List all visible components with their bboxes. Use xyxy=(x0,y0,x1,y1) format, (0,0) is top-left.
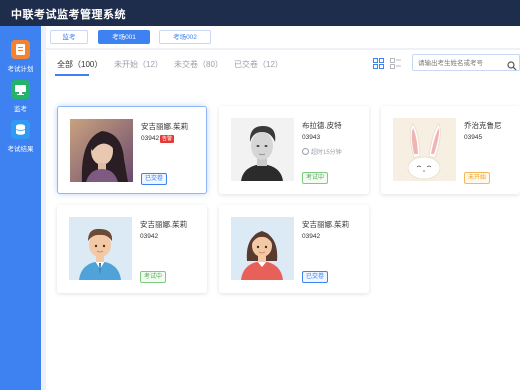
status-badge: 考试中 xyxy=(140,271,167,283)
list-view-icon[interactable] xyxy=(390,56,401,69)
tab-bar: 监考 考场001 考场002 xyxy=(46,26,520,48)
student-card[interactable]: 布拉德.皮特 03943 超时15分钟 考试中 xyxy=(219,106,369,194)
filter-all[interactable]: 全部（100） xyxy=(57,59,102,70)
man-photo xyxy=(231,118,294,181)
student-card[interactable]: 安吉丽娜.茱莉 03942 考试中 xyxy=(57,205,207,293)
student-card[interactable]: 乔治克鲁尼 03945 未开始 xyxy=(381,106,520,194)
search-box xyxy=(412,54,520,71)
student-name: 安吉丽娜.茱莉 xyxy=(140,220,188,229)
status-badge: 已交卷 xyxy=(141,173,168,185)
tab-room-001[interactable]: 考场001 xyxy=(98,30,150,44)
sidebar-item-exam-results[interactable]: 考试结果 xyxy=(0,116,41,156)
status-badge: 已交卷 xyxy=(302,271,329,283)
filter-submitted[interactable]: 已交卷（12） xyxy=(234,59,283,70)
monitor-icon xyxy=(11,80,30,99)
tab-monitor[interactable]: 监考 xyxy=(50,30,88,44)
filter-not-started[interactable]: 未开始（12） xyxy=(114,59,163,70)
status-badge: 考试中 xyxy=(302,172,329,184)
rabbit-illustration xyxy=(393,118,456,181)
sidebar-item-label: 监考 xyxy=(14,106,27,113)
exam-plan-icon xyxy=(11,40,30,59)
sidebar: 考试计划 监考 考试结果 xyxy=(0,26,41,390)
status-badge: 未开始 xyxy=(464,172,491,184)
student-number: 03943 xyxy=(302,134,321,141)
search-icon[interactable] xyxy=(507,58,517,71)
search-input[interactable] xyxy=(418,57,508,69)
sidebar-item-monitor[interactable]: 监考 xyxy=(0,76,41,116)
woman-photo xyxy=(70,119,133,182)
student-name: 布拉德.皮特 xyxy=(302,121,342,130)
filter-not-submitted[interactable]: 未交卷（80） xyxy=(174,59,223,70)
top-bar: 中联考试监考管理系统 xyxy=(0,0,520,26)
student-card[interactable]: 安吉丽娜.茱莉 03942 告警 已交卷 xyxy=(57,106,207,194)
timeout-indicator: 超时15分钟 xyxy=(302,147,342,156)
timeout-text: 超时15分钟 xyxy=(311,150,342,156)
student-name: 乔治克鲁尼 xyxy=(464,121,502,130)
student-name: 安吉丽娜.茱莉 xyxy=(141,122,189,131)
female-avatar xyxy=(231,217,294,280)
student-number: 03942 xyxy=(141,135,160,142)
sidebar-item-label: 考试计划 xyxy=(7,66,34,73)
sidebar-item-exam-plan[interactable]: 考试计划 xyxy=(0,36,41,76)
database-icon xyxy=(11,120,30,139)
student-number: 03942 xyxy=(302,233,321,240)
male-avatar xyxy=(69,217,132,280)
content-panel: 全部（100） 未开始（12） 未交卷（80） 已交卷（12） 请输出考生姓名或… xyxy=(46,50,520,390)
student-name: 安吉丽娜.茱莉 xyxy=(302,220,350,229)
student-number: 03942 xyxy=(140,233,159,240)
tab-room-002[interactable]: 考场002 xyxy=(159,30,211,44)
sidebar-item-label: 考试结果 xyxy=(7,146,34,153)
filter-underline xyxy=(55,74,89,76)
main-area: 监考 考场001 考场002 全部（100） 未开始（12） 未交卷（80） 已… xyxy=(46,26,520,390)
app-title: 中联考试监考管理系统 xyxy=(11,9,126,21)
student-number: 03945 xyxy=(464,134,483,141)
clock-icon xyxy=(302,148,309,155)
warning-badge: 告警 xyxy=(160,135,175,143)
student-card[interactable]: 安吉丽娜.茱莉 03942 已交卷 xyxy=(219,205,369,293)
grid-view-icon[interactable] xyxy=(373,56,384,69)
